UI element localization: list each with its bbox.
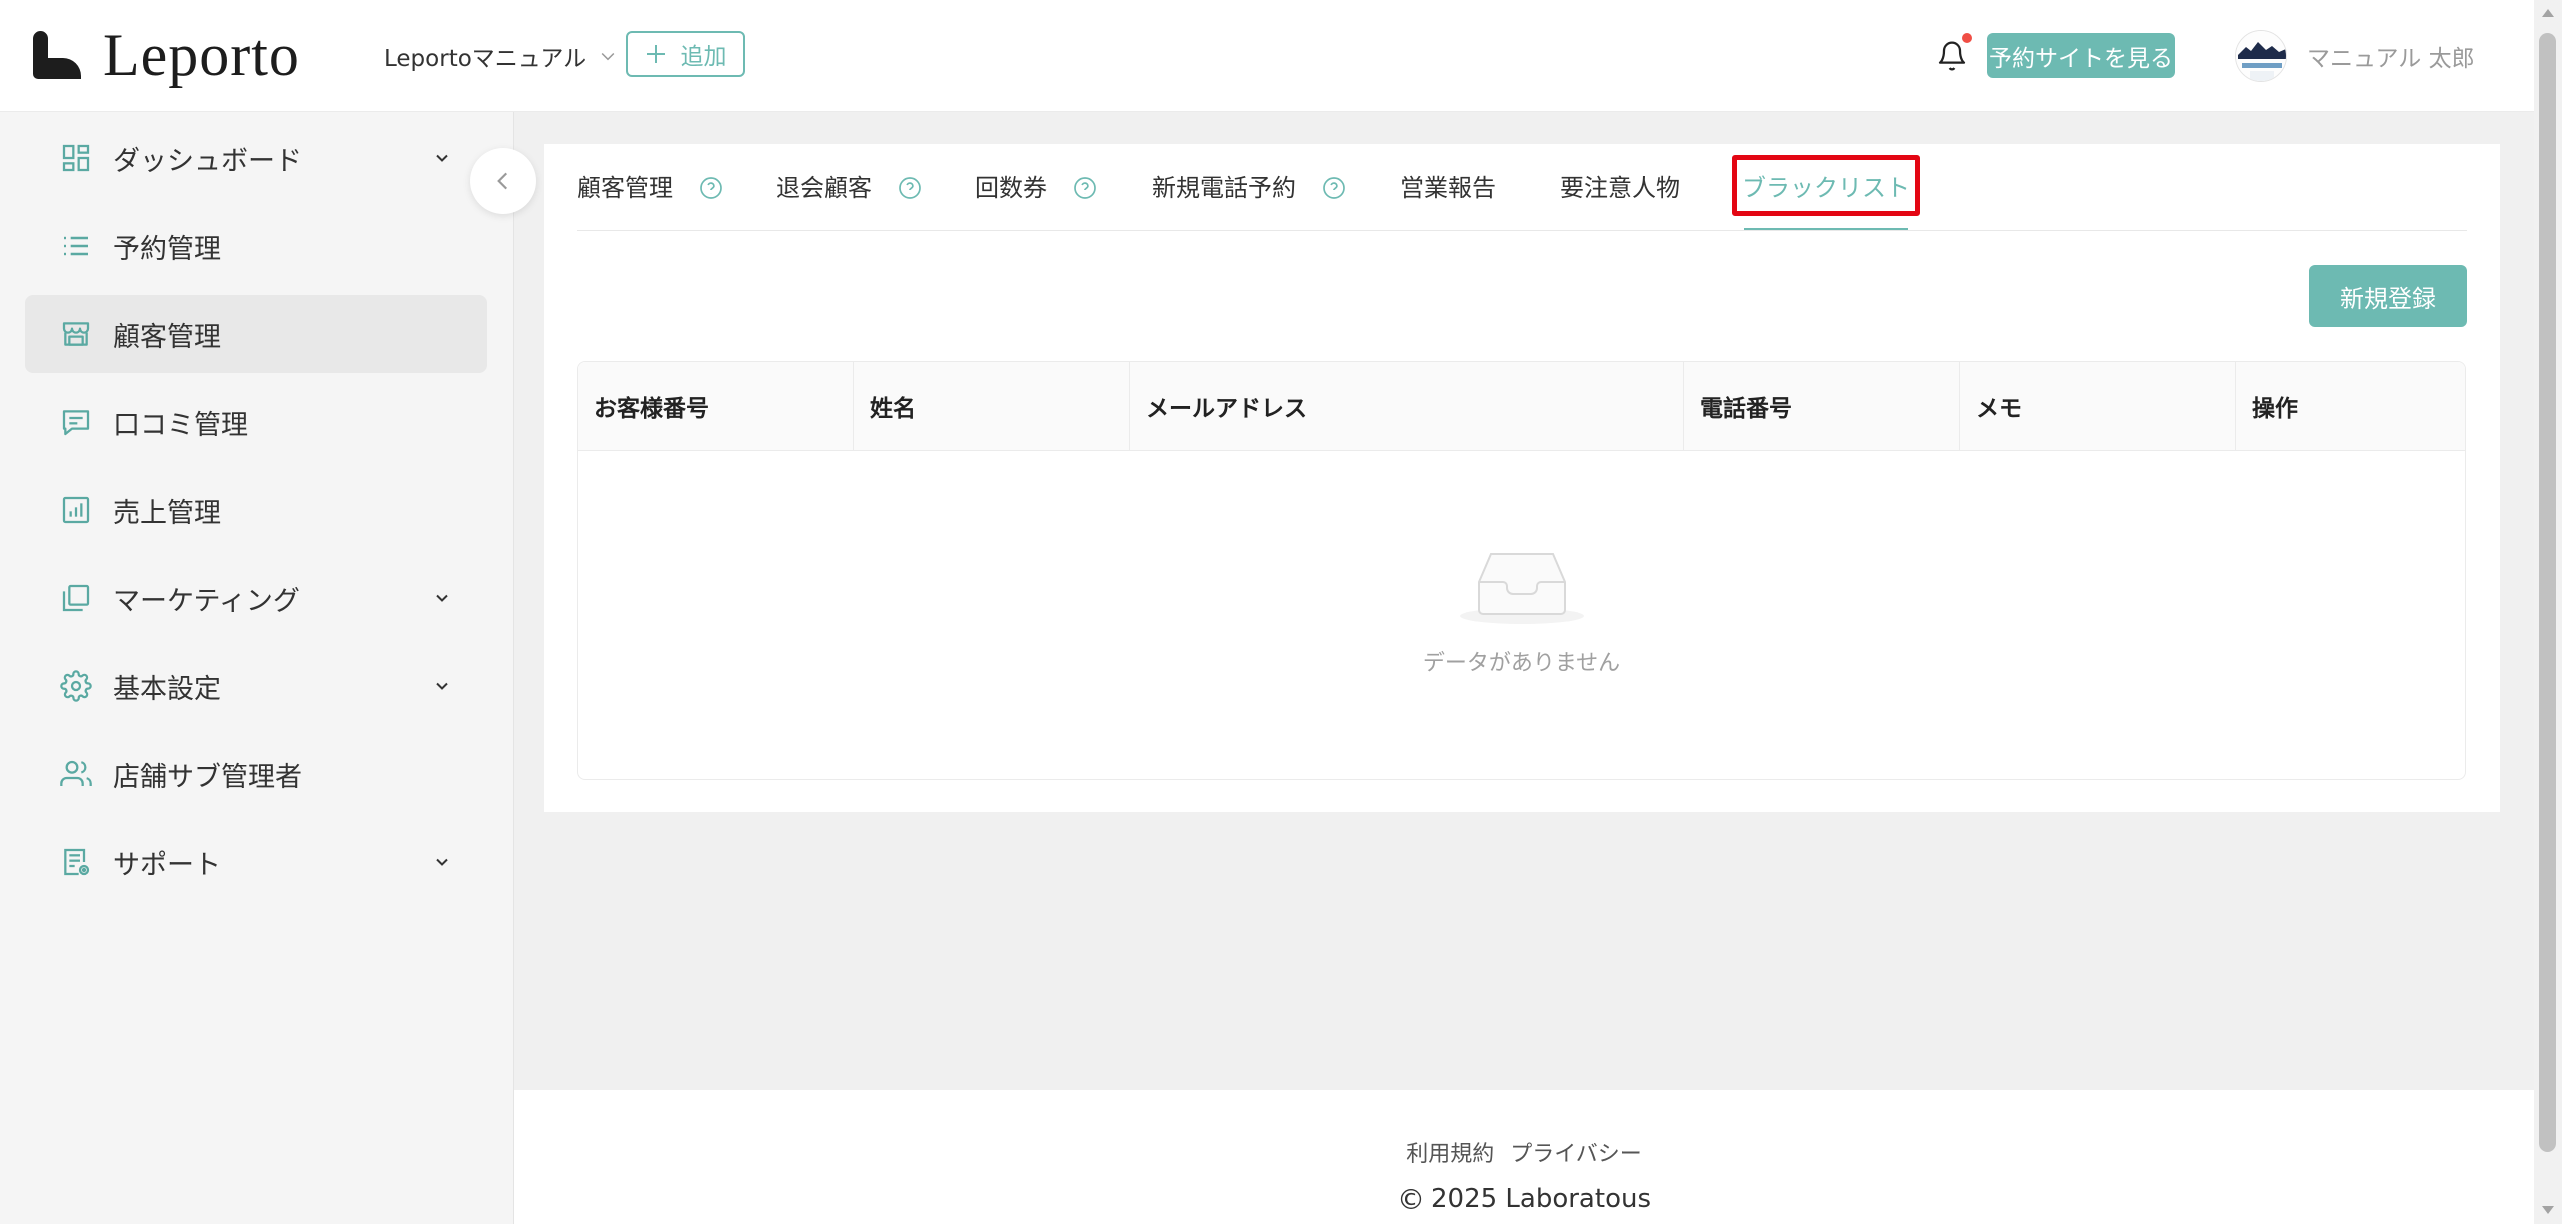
tab-label: 回数券 xyxy=(975,174,1047,202)
logo-mark-icon xyxy=(33,31,81,79)
chevron-down-icon xyxy=(432,852,452,872)
tab-coupon-tickets[interactable]: 回数券 xyxy=(975,164,1097,230)
sidebar-item-label: 口コミ管理 xyxy=(113,409,248,441)
tab-label: 顧客管理 xyxy=(577,174,673,202)
chevron-down-icon xyxy=(432,676,452,696)
store-icon xyxy=(60,318,92,350)
tab-label: 営業報告 xyxy=(1400,174,1496,202)
sidebar-item-marketing[interactable]: マーケティング xyxy=(25,559,487,637)
tab-blacklist[interactable]: ブラックリスト xyxy=(1732,155,1920,231)
user-menu[interactable]: マニュアル 太郎 xyxy=(2235,30,2475,82)
shop-selector-label: Leportoマニュアル xyxy=(384,46,587,72)
help-icon[interactable] xyxy=(699,176,723,200)
copyright-icon: © xyxy=(1396,1182,1425,1216)
footer-links: 利用規約 プライバシー xyxy=(514,1136,2534,1168)
chevron-down-icon xyxy=(432,588,452,608)
sidebar-item-label: 基本設定 xyxy=(113,673,221,705)
sidebar-item-reservations[interactable]: 予約管理 xyxy=(25,207,487,285)
sidebar-item-reviews[interactable]: 口コミ管理 xyxy=(25,383,487,461)
sidebar-item-label: サポート xyxy=(113,849,221,881)
table-header: お客様番号 姓名 メールアドレス 電話番号 メモ 操作 xyxy=(578,362,2465,451)
sidebar-item-label: 顧客管理 xyxy=(113,321,221,353)
empty-inbox-icon xyxy=(1459,546,1585,626)
chevron-left-icon xyxy=(490,168,516,194)
sidebar-item-label: ダッシュボード xyxy=(113,145,302,177)
tab-caution-persons[interactable]: 要注意人物 xyxy=(1560,164,1680,230)
column-header-email: メールアドレス xyxy=(1130,362,1684,450)
copyright-text: 2025 Laboratous xyxy=(1430,1184,1651,1214)
support-doc-icon xyxy=(60,846,92,878)
users-icon xyxy=(60,758,92,790)
sidebar-item-label: 予約管理 xyxy=(113,233,221,265)
tab-customer-management[interactable]: 顧客管理 xyxy=(577,164,723,230)
empty-state: データがありません xyxy=(578,546,2465,679)
collapse-sidebar-button[interactable] xyxy=(470,148,536,214)
content-card: 顧客管理 退会顧客 回数券 新規電話予約 営業報告 要注意人物 ブラックリスト … xyxy=(544,144,2500,812)
tab-label: 退会顧客 xyxy=(776,174,872,202)
tab-label: 要注意人物 xyxy=(1560,174,1680,202)
table-body: データがありません xyxy=(578,451,2465,779)
sidebar-item-label: 売上管理 xyxy=(113,497,221,529)
scroll-up-arrow-icon[interactable] xyxy=(2542,9,2554,17)
logo[interactable]: Leporto xyxy=(33,22,300,88)
help-icon[interactable] xyxy=(1322,176,1346,200)
top-header: Leporto Leportoマニュアル 追加 予約サイトを見る マニュアル 太… xyxy=(0,0,2534,112)
help-icon[interactable] xyxy=(898,176,922,200)
scrollbar-thumb[interactable] xyxy=(2539,33,2556,1152)
tab-withdrawn-customers[interactable]: 退会顧客 xyxy=(776,164,922,230)
windows-icon xyxy=(60,582,92,614)
sidebar-item-label: 店舗サブ管理者 xyxy=(113,761,302,793)
sidebar-item-support[interactable]: サポート xyxy=(25,823,487,901)
comment-icon xyxy=(60,406,92,438)
chevron-down-icon xyxy=(432,148,452,168)
avatar xyxy=(2235,30,2287,82)
tab-bar-divider xyxy=(577,230,2467,231)
main-content: 顧客管理 退会顧客 回数券 新規電話予約 営業報告 要注意人物 ブラックリスト … xyxy=(514,112,2534,1090)
chevron-down-icon xyxy=(598,46,618,66)
sidebar-item-sales[interactable]: 売上管理 xyxy=(25,471,487,549)
empty-state-text: データがありません xyxy=(1422,651,1621,676)
tab-label: 新規電話予約 xyxy=(1152,174,1296,202)
help-icon[interactable] xyxy=(1073,176,1097,200)
column-header-actions: 操作 xyxy=(2252,396,2298,422)
page-footer: 利用規約 プライバシー © 2025 Laboratous xyxy=(514,1090,2534,1224)
user-name: マニュアル 太郎 xyxy=(2307,46,2475,72)
notification-bell-icon[interactable] xyxy=(1936,38,1968,74)
footer-link-privacy[interactable]: プライバシー xyxy=(1510,1136,1642,1168)
sidebar-item-label: マーケティング xyxy=(113,585,300,617)
sidebar-item-settings[interactable]: 基本設定 xyxy=(25,647,487,725)
copyright: © 2025 Laboratous xyxy=(514,1182,2534,1216)
gear-icon xyxy=(60,670,92,702)
footer-link-terms[interactable]: 利用規約 xyxy=(1406,1136,1494,1168)
tab-sales-report[interactable]: 営業報告 xyxy=(1400,164,1496,230)
notification-dot xyxy=(1962,33,1972,43)
plus-icon xyxy=(645,43,667,65)
logo-text: Leporto xyxy=(103,22,300,88)
column-header-memo: メモ xyxy=(1960,362,2236,450)
view-site-button[interactable]: 予約サイトを見る xyxy=(1987,33,2175,78)
shop-selector[interactable]: Leportoマニュアル xyxy=(384,36,618,76)
column-header-phone: 電話番号 xyxy=(1684,362,1960,450)
list-icon xyxy=(60,230,92,262)
dashboard-icon xyxy=(60,142,92,174)
sidebar-item-sub-admins[interactable]: 店舗サブ管理者 xyxy=(25,735,487,813)
column-header-name: 姓名 xyxy=(854,362,1130,450)
tab-label: ブラックリスト xyxy=(1742,174,1910,202)
chart-icon xyxy=(60,494,92,526)
add-button-label: 追加 xyxy=(680,44,727,70)
sidebar: ダッシュボード 予約管理 顧客管理 口コミ管理 売上管理 マーケティング 基本設… xyxy=(0,112,514,1224)
column-header-customer-number: お客様番号 xyxy=(578,362,854,450)
scroll-down-arrow-icon[interactable] xyxy=(2542,1206,2554,1214)
sidebar-item-customers[interactable]: 顧客管理 xyxy=(25,295,487,373)
customer-table: お客様番号 姓名 メールアドレス 電話番号 メモ 操作 データがありません xyxy=(577,361,2466,780)
sidebar-item-dashboard[interactable]: ダッシュボード xyxy=(25,119,487,197)
vertical-scrollbar[interactable] xyxy=(2534,0,2562,1224)
new-registration-button[interactable]: 新規登録 xyxy=(2309,265,2467,327)
tab-new-phone-reservation[interactable]: 新規電話予約 xyxy=(1152,164,1346,230)
add-button[interactable]: 追加 xyxy=(626,31,745,77)
